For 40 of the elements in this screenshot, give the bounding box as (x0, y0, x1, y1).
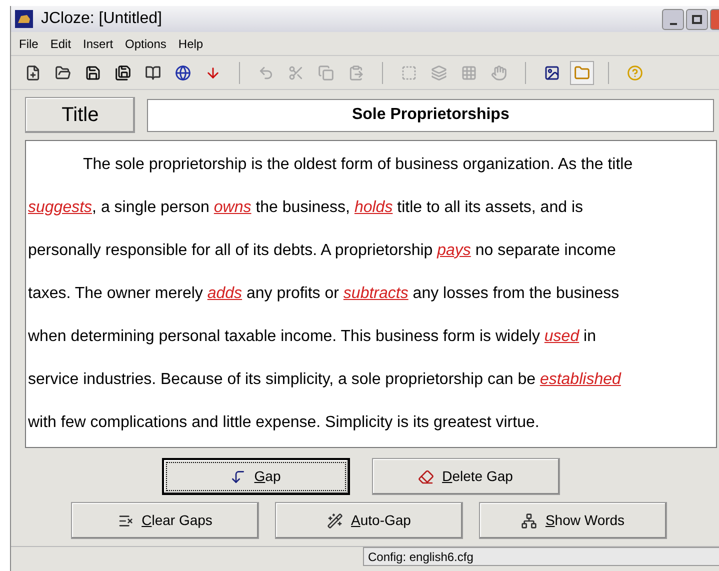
eraser-icon (418, 468, 434, 484)
command-button[interactable]: Auto-Gap (275, 502, 463, 539)
window-title: JCloze: [Untitled] (41, 9, 162, 29)
image-icon (544, 64, 560, 80)
layers-icon (431, 64, 447, 80)
undo-icon (258, 64, 274, 80)
globe-icon (175, 64, 191, 80)
grid-icon (461, 64, 477, 80)
command-button[interactable]: Delete Gap (372, 458, 560, 495)
command-button[interactable]: Show Words (479, 502, 667, 539)
command-button[interactable]: Gap (162, 458, 350, 495)
floppy-disks-icon (115, 64, 131, 80)
dashed-square-icon (401, 64, 417, 80)
folder-icon (574, 64, 590, 80)
app-icon (15, 10, 33, 28)
list-icon (118, 512, 134, 528)
hand-icon (491, 64, 507, 80)
scissors-icon (288, 64, 304, 80)
wand-icon (327, 512, 344, 528)
corner-arrow-icon (230, 468, 246, 484)
status-bar: Config: english6.cfg (363, 547, 719, 566)
folder-icon (55, 64, 71, 80)
command-button[interactable]: Clear Gaps (71, 502, 259, 539)
menu-item[interactable]: Options (125, 34, 166, 52)
menu-item[interactable]: Help (178, 34, 204, 52)
menu-item[interactable]: File (19, 34, 38, 52)
book-icon (145, 64, 161, 80)
passage-text[interactable]: The sole proprietorship is the oldest form of business organization. As the title suggests, a single person owns the business, holds title to all its assets, and is personally responsible for all of its debts. A proprietorship pays no separate income taxes. The owner merely adds any profits or subtracts any losses from the business when determining personal taxable income. This business form is widely used in service industries. Because of its simplicity, a sole proprietorship can be established with few complications and little expense. Simplicity is its greatest virtue. (25, 140, 717, 448)
new-file-icon (25, 64, 41, 80)
title-label: Title (25, 97, 136, 133)
help-icon (627, 64, 643, 80)
maximize-button[interactable] (686, 8, 708, 30)
paste-icon (348, 64, 364, 80)
menu-item[interactable]: Edit (50, 34, 72, 52)
arrow-down-icon (205, 64, 221, 80)
copy-icon (318, 64, 334, 80)
menu-item[interactable]: Insert (83, 34, 114, 52)
branch-icon (521, 512, 538, 528)
title-field[interactable]: Sole Proprietorships (147, 98, 714, 132)
minimize-button[interactable] (662, 8, 684, 30)
